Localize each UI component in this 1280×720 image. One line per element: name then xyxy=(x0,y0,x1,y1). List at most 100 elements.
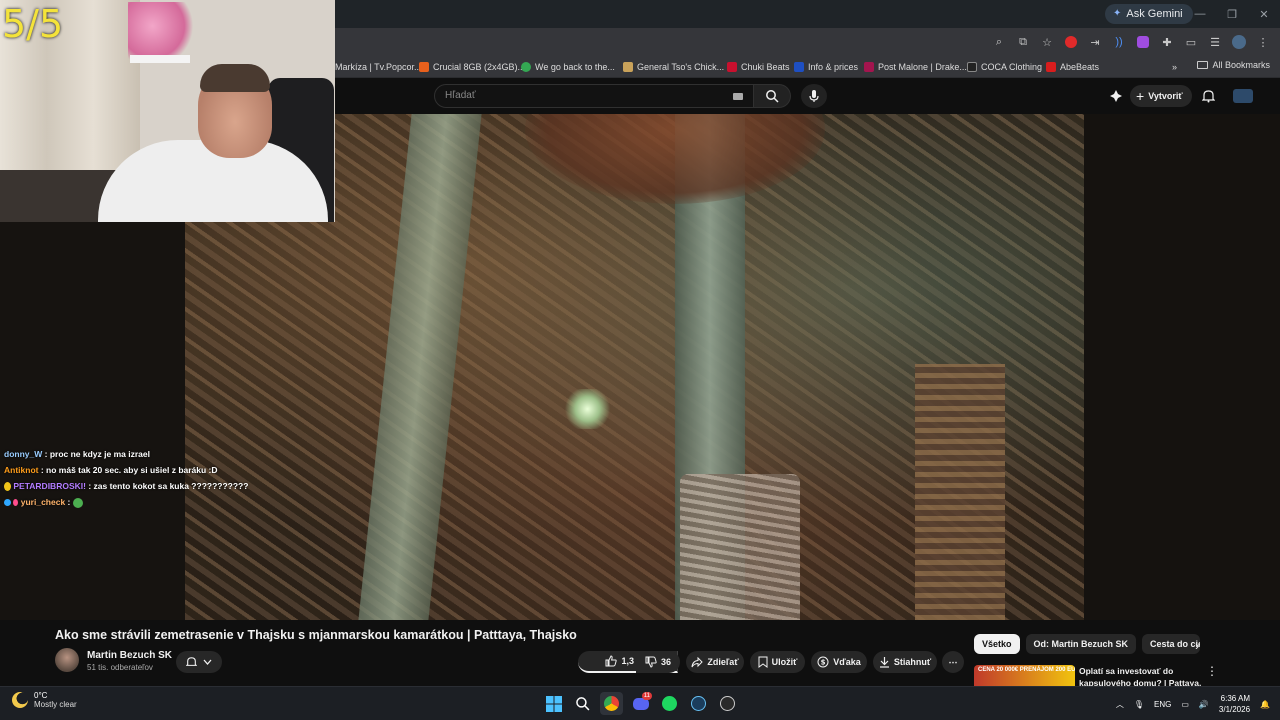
extension-red-icon[interactable] xyxy=(1062,33,1080,51)
channel-subscribers: 51 tis. odberateľov xyxy=(87,663,153,672)
bookmarks-overflow-icon[interactable]: » xyxy=(1172,60,1177,74)
ask-gemini-button[interactable]: ✦ Ask Gemini xyxy=(1105,4,1193,24)
account-avatar[interactable] xyxy=(1232,87,1254,105)
steam-icon[interactable] xyxy=(687,692,710,715)
bookmark-label: AbeBeats xyxy=(1060,62,1100,72)
bookmark-favicon xyxy=(727,62,737,72)
discord-icon[interactable]: 11 xyxy=(629,692,652,715)
maximize-icon[interactable]: ❐ xyxy=(1216,0,1248,28)
webcam-doll xyxy=(128,2,198,62)
chip-from-channel[interactable]: Od: Martin Bezuch SK xyxy=(1025,634,1137,654)
search-icon xyxy=(766,90,779,103)
recommendation-chips: Všetko Od: Martin Bezuch SK Cesta do cie… xyxy=(974,634,1201,654)
save-button[interactable]: Uložiť xyxy=(750,651,805,673)
bell-icon xyxy=(186,657,197,666)
weather-widget[interactable]: 0°C Mostly clear xyxy=(12,691,77,709)
share-label: Zdieľať xyxy=(707,657,739,667)
chat-username: donny_W xyxy=(4,449,43,459)
volume-icon[interactable]: 🔊 xyxy=(1199,700,1209,709)
keyboard-icon[interactable] xyxy=(733,93,743,100)
bookmark-chuki-beats[interactable]: Chuki Beats xyxy=(727,60,790,74)
gemini-icon: ✦ xyxy=(1113,8,1122,19)
subscription-bell-button[interactable] xyxy=(176,651,222,673)
minimize-icon[interactable]: — xyxy=(1184,0,1216,28)
bookmark-coca-clothing[interactable]: COCA Clothing xyxy=(967,60,1042,74)
windows-start-icon[interactable] xyxy=(542,692,565,715)
extension-blue-icon[interactable]: )) xyxy=(1110,33,1128,51)
bookmark-we-go-back[interactable]: We go back to the... xyxy=(521,60,615,74)
all-bookmarks-button[interactable]: All Bookmarks xyxy=(1197,60,1270,70)
chrome-icon[interactable] xyxy=(600,692,623,715)
share-button[interactable]: Zdieľať xyxy=(686,651,744,673)
moon-weather-icon xyxy=(12,692,28,708)
all-bookmarks-label: All Bookmarks xyxy=(1212,60,1270,70)
goal-counter: 5/5 xyxy=(2,2,64,46)
channel-name[interactable]: Martin Bezuch SK xyxy=(87,650,172,661)
video-ceiling-dome xyxy=(525,114,825,204)
chip-related[interactable]: Cesta do cieľa xyxy=(1142,634,1201,654)
video-title: Ako sme strávili zemetrasenie v Thajsku … xyxy=(55,628,577,642)
thanks-label: Vďaka xyxy=(833,657,861,667)
create-button[interactable]: + Vytvoriť xyxy=(1130,85,1192,107)
tray-overflow-icon[interactable]: ︿ xyxy=(1116,699,1124,710)
chip-all[interactable]: Všetko xyxy=(974,634,1020,654)
plus-icon: + xyxy=(1136,88,1145,104)
bookmark-info-prices[interactable]: Info & prices xyxy=(794,60,858,74)
language-indicator[interactable]: ENG xyxy=(1154,700,1171,709)
download-button[interactable]: Stiahnuť xyxy=(873,651,937,673)
network-icon[interactable]: ▭ xyxy=(1181,700,1189,709)
menu-icon[interactable]: ⋮ xyxy=(1254,33,1272,51)
clock[interactable]: 6:36 AM 3/1/2026 xyxy=(1219,693,1250,715)
notifications-icon[interactable]: 🔔 xyxy=(1260,700,1270,709)
bookmark-star-icon[interactable]: ☆ xyxy=(1038,33,1056,51)
studio-icon[interactable] xyxy=(1107,87,1125,105)
bookmark-label: We go back to the... xyxy=(535,62,615,72)
bookmark-label: COCA Clothing xyxy=(981,62,1043,72)
extensions-puzzle-icon[interactable]: ✚ xyxy=(1158,33,1176,51)
save-label: Uložiť xyxy=(771,657,798,667)
chips-next-icon[interactable]: › xyxy=(1195,638,1199,653)
profile-icon[interactable] xyxy=(1230,33,1248,51)
extension-gray-icon[interactable]: ⇥ xyxy=(1086,33,1104,51)
extension-purple-icon[interactable] xyxy=(1134,33,1152,51)
webcam-shelf xyxy=(130,55,190,63)
recommendation-menu-icon[interactable]: ⋮ xyxy=(1206,664,1218,678)
microphone-tray-icon[interactable]: 🎙 xyxy=(1134,700,1144,709)
windows-taskbar: 0°C Mostly clear 11 ︿ 🎙 ENG ▭ 🔊 6:36 AM … xyxy=(0,686,1280,720)
search-bar: Hľadať xyxy=(434,84,791,108)
video-window-light xyxy=(565,389,610,429)
bookmark-favicon xyxy=(967,62,977,72)
bookmark-favicon xyxy=(864,62,874,72)
reading-list-icon[interactable]: ☰ xyxy=(1206,33,1224,51)
notifications-bell-icon[interactable] xyxy=(1199,87,1217,105)
chat-message: Antiknot : no máš tak 20 sec. aby si uši… xyxy=(4,462,324,478)
install-app-icon[interactable]: ⧉ xyxy=(1014,33,1032,51)
dislike-button[interactable]: 36 xyxy=(636,651,680,673)
search-button[interactable] xyxy=(754,84,791,108)
voice-search-button[interactable] xyxy=(801,84,827,108)
bookmark-general-tso[interactable]: General Tso's Chick... xyxy=(623,60,724,74)
spotify-icon[interactable] xyxy=(658,692,681,715)
chat-text: : zas tento kokot sa kuka ??????????? xyxy=(88,481,249,491)
close-icon[interactable]: ✕ xyxy=(1248,0,1280,28)
thanks-button[interactable]: $ Vďaka xyxy=(811,651,867,673)
chat-username: yuri_check xyxy=(20,497,66,507)
search-icon[interactable] xyxy=(571,692,594,715)
obs-icon[interactable] xyxy=(716,692,739,715)
zoom-icon[interactable]: ⌕ xyxy=(990,33,1008,51)
cast-icon[interactable]: ▭ xyxy=(1182,33,1200,51)
bookmark-crucial[interactable]: Crucial 8GB (2x4GB)... xyxy=(419,60,525,74)
clock-time: 6:36 AM xyxy=(1220,694,1251,703)
bookmark-abebeats[interactable]: AbeBeats xyxy=(1046,60,1099,74)
channel-avatar[interactable] xyxy=(55,648,79,672)
bookmark-post-malone[interactable]: Post Malone | Drake... xyxy=(864,60,967,74)
search-input[interactable]: Hľadať xyxy=(434,84,754,108)
more-actions-icon[interactable]: ⋯ xyxy=(942,651,964,673)
bookmark-favicon xyxy=(419,62,429,72)
weather-temperature: 0°C xyxy=(34,691,48,700)
bookmark-markiza[interactable]: Markíza | Tv.Popcor... xyxy=(335,60,422,74)
chat-text: : proc ne kdyz je ma izrael xyxy=(44,449,150,459)
recommendation-thumbnail[interactable]: CENA 20 000€ PRENÁJOM 200 EUR xyxy=(974,665,1075,687)
bookmark-label: Post Malone | Drake... xyxy=(878,62,967,72)
chat-text: : no máš tak 20 sec. aby si ušiel z bará… xyxy=(40,465,218,475)
